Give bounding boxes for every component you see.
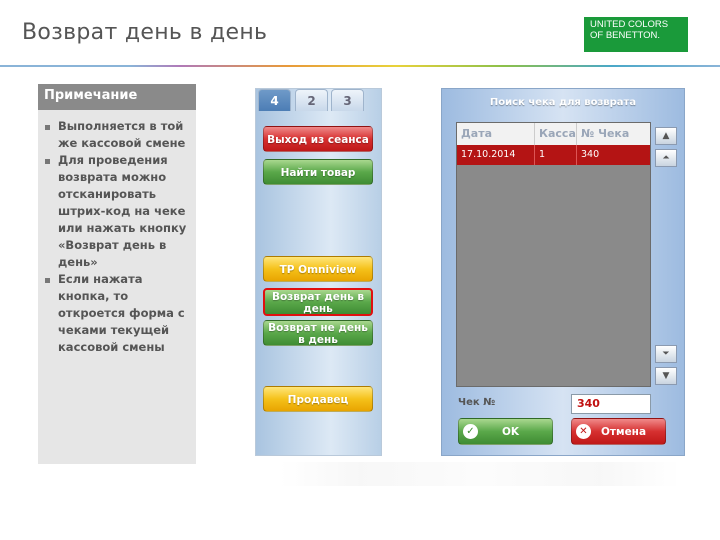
logo-line-1: UNITED COLORS: [590, 19, 669, 30]
cancel-label: Отмена: [600, 426, 647, 438]
pos-button-panel: 4 2 3 Выход из сеанса Найти товар TP Omn…: [255, 88, 382, 456]
return-same-day-button[interactable]: Возврат день в день: [263, 288, 373, 316]
chevron-up-icon: ▲: [662, 131, 670, 141]
logout-button[interactable]: Выход из сеанса: [263, 126, 373, 152]
color-divider: [0, 65, 720, 67]
logo-line-2: OF BENETTON.: [590, 30, 661, 41]
note-item: Если нажата кнопка, то откроется форма с…: [45, 271, 192, 356]
receipt-table: Дата Касса № Чека 17.10.2014 1 340: [456, 122, 651, 387]
cell-register: 1: [535, 145, 577, 165]
tab-3[interactable]: 3: [331, 89, 364, 111]
arrow-up-icon: ⏶: [662, 153, 670, 163]
scroll-bottom-button[interactable]: ▼: [655, 367, 677, 385]
scroll-top-button[interactable]: ▲: [655, 127, 677, 145]
chevron-down-icon: ▼: [662, 371, 670, 381]
table-header: Дата Касса № Чека: [457, 123, 650, 145]
scroll-up-button[interactable]: ⏶: [655, 149, 677, 167]
slide-title: Возврат день в день: [22, 20, 268, 45]
find-item-button[interactable]: Найти товар: [263, 159, 373, 185]
tab-2[interactable]: 2: [295, 89, 328, 111]
cell-receipt: 340: [581, 149, 600, 160]
column-header-date[interactable]: Дата: [457, 123, 535, 145]
tab-bar: 4 2 3: [258, 89, 381, 111]
seller-button[interactable]: Продавец: [263, 386, 373, 412]
column-header-register[interactable]: Касса: [535, 123, 577, 145]
receipt-number-input[interactable]: 340: [571, 394, 651, 414]
note-list: Выполняется в той же кассовой смене Для …: [38, 118, 196, 356]
tab-4[interactable]: 4: [258, 89, 291, 111]
note-item: Для проведения возврата можно отсканиров…: [45, 152, 192, 271]
note-item: Выполняется в той же кассовой смене: [45, 118, 192, 152]
scroll-down-button[interactable]: ⏷: [655, 345, 677, 363]
receipt-number-label: Чек №: [458, 397, 496, 408]
dialog-title: Поиск чека для возврата: [489, 97, 637, 108]
cell-date: 17.10.2014: [457, 145, 535, 165]
reflection-shadow: [280, 462, 680, 486]
table-row[interactable]: 17.10.2014 1 340: [457, 145, 650, 165]
ok-button[interactable]: ✓ OK: [458, 418, 553, 445]
cancel-button[interactable]: ✕ Отмена: [571, 418, 666, 445]
note-heading: Примечание: [38, 84, 196, 110]
return-not-same-day-button[interactable]: Возврат не день в день: [263, 320, 373, 346]
receipt-search-dialog: Поиск чека для возврата Дата Касса № Чек…: [441, 88, 685, 456]
benetton-logo: UNITED COLORS OF BENETTON.: [584, 17, 688, 52]
arrow-down-icon: ⏷: [662, 349, 670, 359]
column-header-receipt[interactable]: № Чека: [577, 123, 650, 145]
ok-label: OK: [501, 426, 520, 438]
tp-omniview-button[interactable]: TP Omniview: [263, 256, 373, 282]
note-panel: Примечание Выполняется в той же кассовой…: [38, 84, 196, 464]
